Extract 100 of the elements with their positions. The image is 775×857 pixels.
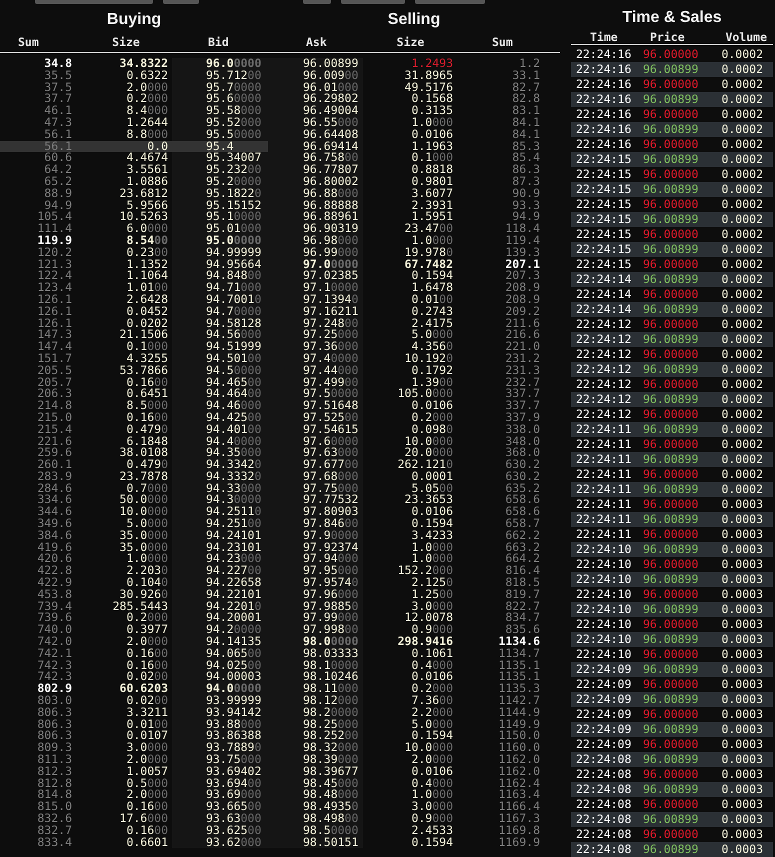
bid-price-cell: 95.34007: [172, 152, 268, 164]
size-cell-text: 4.4674: [125, 152, 169, 164]
trade-time-cell-text: 22:24:08: [575, 797, 632, 812]
cropped-tab[interactable]: [303, 0, 331, 4]
ask-price-cell: 96.90319: [268, 223, 363, 235]
sum-cell-text: 208.9: [504, 294, 541, 306]
sum-cell-text: 84.1: [511, 116, 541, 129]
trade-price-cell-text: 96.00000: [642, 77, 700, 92]
ask-price-cell: 96.00899: [268, 58, 363, 70]
trade-volume-cell-text: 0.0002: [720, 287, 764, 302]
trade-volume-cell-text: 0.0003: [720, 542, 764, 557]
bid-price-cell: 95.70000: [172, 82, 268, 94]
trade-price-cell-text: 96.00000: [642, 767, 700, 782]
size-cell-text: 0.6451: [125, 388, 169, 400]
size-cell-text: 35.0000: [118, 530, 169, 542]
size-cell-text: 2.1250: [410, 577, 454, 589]
bid-price-cell: 93.69402: [172, 766, 268, 778]
cropped-tab[interactable]: [341, 0, 405, 4]
trade-time-cell-text: 22:24:11: [575, 422, 632, 437]
ask-price-cell: 98.49350: [268, 801, 363, 813]
sum-cell-text: 121.3: [36, 258, 73, 270]
cropped-tab[interactable]: [35, 0, 153, 4]
size-cell-text: 5.9566: [126, 200, 169, 212]
sum-cell-text: 94.9: [511, 211, 541, 224]
sum-cell-text: 1169.9: [497, 836, 541, 848]
size-cell-text: 23.3653: [404, 494, 454, 506]
trade-volume-cell-text: 0.0002: [720, 347, 764, 362]
sum-cell-text: 822.7: [504, 600, 541, 612]
sum-cell-text: 1142.7: [497, 695, 541, 707]
ask-price-cell: 96.29802: [268, 93, 363, 106]
ask-price-cell: 96.49004: [268, 105, 363, 117]
trade-time-cell-text: 22:24:08: [575, 752, 632, 767]
size-cell-text: 2.4533: [410, 824, 454, 837]
trade-volume-cell-text: 0.0002: [720, 227, 764, 242]
size-cell-text: 0.9000: [410, 813, 454, 825]
trade-price-cell-text: 96.00000: [642, 197, 700, 212]
bid-price-cell: 93.78890: [172, 742, 268, 754]
cropped-tab[interactable]: [163, 0, 199, 4]
sum-cell-text: 658.6: [504, 494, 541, 506]
sum-cell-text: 147.3: [36, 329, 73, 342]
bid-price-cell: 94.00000: [172, 683, 268, 696]
bid-price-cell: 94.46400: [172, 388, 268, 400]
sum-cell-text: 118.4: [504, 223, 541, 235]
size-cell: 0.0: [80, 140, 172, 152]
column-header: Sum: [491, 35, 514, 49]
sum-cell-text: 208.9: [504, 282, 541, 294]
size-cell-text: 4.3255: [125, 352, 169, 365]
trade-price-cell-text: 96.00000: [642, 827, 700, 842]
sum-cell-text: 82.8: [511, 93, 541, 106]
size-cell-text: 1.0100: [125, 282, 169, 294]
size-cell-text: 0.6601: [125, 836, 169, 848]
sum-cell-text: 422.8: [36, 565, 73, 578]
trade-volume-cell-text: 0.0003: [720, 722, 764, 737]
ask-price-cell: 97.68000: [268, 470, 363, 483]
ask-price-cell: 97.49900: [268, 376, 363, 388]
bid-price-cell: 93.86388: [172, 730, 268, 742]
cropped-tab[interactable]: [415, 0, 485, 4]
sum-cell-text: 120.2: [36, 246, 73, 259]
sum-cell-text: 82.7: [511, 82, 541, 94]
trade-volume-cell-text: 0.0003: [720, 707, 764, 722]
sum-cell-text: 85.4: [511, 152, 541, 164]
sum-cell-text: 209.2: [504, 306, 541, 318]
trade-volume-cell-text: 0.0002: [720, 107, 764, 122]
panel-title: Buying: [106, 10, 162, 30]
sum-cell-text: 803.0: [36, 695, 73, 707]
size-cell-text: 31.8965: [404, 70, 454, 82]
trade-time-cell-text: 22:24:16: [575, 107, 632, 122]
sum-cell-text: 420.6: [36, 553, 73, 566]
trade-volume-cell-text: 0.0002: [720, 92, 764, 107]
bid-price-cell: 94.23000: [172, 553, 268, 566]
column-header: Price: [649, 30, 686, 44]
ask-price-cell: 97.40000: [268, 352, 363, 365]
trade-volume-cell-text: 0.0003: [720, 692, 764, 707]
trade-time-cell-text: 22:24:10: [575, 542, 632, 557]
size-cell-text: 23.6812: [118, 188, 169, 200]
sum-cell-text: 139.3: [504, 246, 541, 259]
trade-time-cell-text: 22:24:16: [575, 77, 632, 92]
trade-time-cell-text: 22:24:15: [575, 197, 632, 212]
trade-time-cell-text: 22:24:08: [575, 767, 632, 782]
bid-price-cell: 95.01000: [172, 223, 268, 235]
size-cell-text: 8.5400: [125, 234, 169, 247]
trade-price-cell-text: 96.00000: [642, 377, 700, 392]
trade-volume-cell-text: 0.0003: [720, 572, 764, 587]
size-cell-text: 6.0000: [125, 223, 169, 235]
sum-cell-text: 384.6: [36, 530, 73, 542]
ask-price-cell: 97.67700: [268, 459, 363, 471]
size-cell-text: 0.0452: [125, 306, 169, 318]
trade-price-cell-text: 96.00899: [642, 752, 700, 767]
bid-price-cell: 94.33000: [172, 482, 268, 494]
size-cell-text: 5.0000: [125, 518, 169, 530]
size-cell-text: 1.2644: [125, 116, 169, 129]
ask-price-cell: 98.25000: [268, 718, 363, 730]
size-cell-text: 0.2743: [410, 306, 454, 318]
trade-price-cell-text: 96.00000: [642, 107, 700, 122]
ask-price-cell: 96.00900: [268, 70, 363, 82]
size-cell-text: 0.9000: [410, 624, 454, 636]
sum-cell-text: 1162.0: [497, 754, 541, 766]
trade-volume-cell-text: 0.0003: [720, 512, 764, 527]
bid-price-cell: 95.60000: [172, 93, 268, 106]
bid-price-cell: 93.99999: [172, 695, 268, 707]
